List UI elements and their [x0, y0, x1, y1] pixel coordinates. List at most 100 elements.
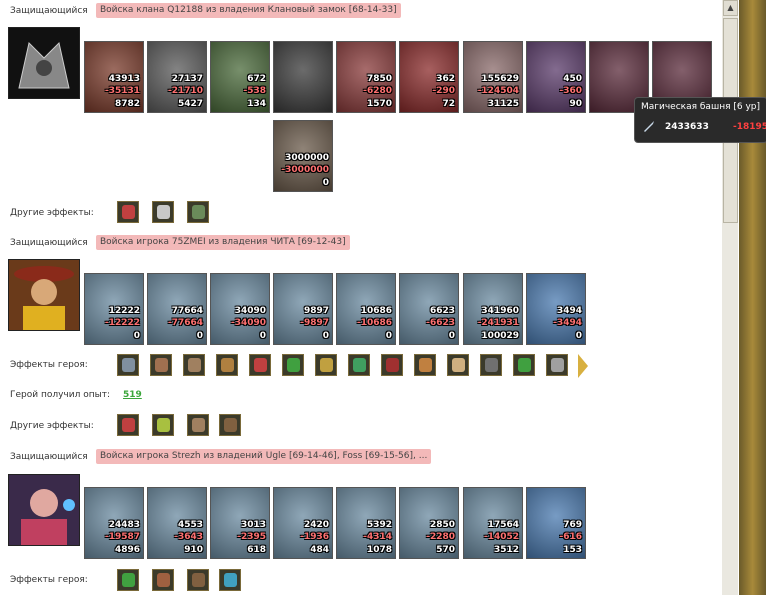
effect-icon[interactable]: [152, 569, 174, 591]
effect-icon[interactable]: [219, 414, 241, 436]
hero-effect-icon[interactable]: [183, 354, 205, 376]
unit-loss: -241931: [477, 318, 519, 328]
unit-count: 6623: [429, 306, 455, 316]
unit-card[interactable]: 7850 -6280 1570: [336, 41, 396, 113]
unit-count: 341960: [481, 306, 519, 316]
hero-effect-icon[interactable]: [513, 354, 535, 376]
unit-card[interactable]: 10686 -10686 0: [336, 273, 396, 345]
scroll-up-arrow-icon[interactable]: ▲: [723, 0, 738, 16]
effect-glyph: [254, 358, 267, 372]
unit-remaining: 4896: [114, 545, 140, 555]
hero-effect-icon[interactable]: [216, 354, 238, 376]
unit-remaining: 1078: [366, 545, 392, 555]
hero-portrait[interactable]: [8, 259, 80, 331]
effect-icon[interactable]: [117, 414, 139, 436]
section3-hero-effects-label: Эффекты героя:: [10, 575, 88, 585]
hero-exp-label: Герой получил опыт:: [10, 390, 110, 400]
section3-role-label: Защищающийся: [10, 452, 88, 462]
effect-icon[interactable]: [187, 414, 209, 436]
unit-remaining: 0: [448, 331, 455, 341]
effects-next-arrow-icon[interactable]: [578, 354, 588, 378]
unit-card[interactable]: 24483 -19587 4896: [84, 487, 144, 559]
unit-card[interactable]: 43913 -35131 8782: [84, 41, 144, 113]
unit-loss: -124504: [477, 86, 519, 96]
unit-card[interactable]: 6623 -6623 0: [399, 273, 459, 345]
effect-glyph: [287, 358, 300, 372]
hero-effect-icon[interactable]: [249, 354, 271, 376]
unit-loss: -616: [559, 532, 582, 542]
section3-army-banner: Войска игрока Strezh из владений Ugle [6…: [96, 449, 432, 464]
unit-card[interactable]: 27137 -21710 5427: [147, 41, 207, 113]
unit-card[interactable]: 4553 -3643 910: [147, 487, 207, 559]
unit-remaining: 72: [442, 99, 455, 109]
unit-loss: -35131: [104, 86, 140, 96]
unit-remaining: 5427: [177, 99, 203, 109]
unit-loss: -3494: [553, 318, 582, 328]
hero-effect-icon[interactable]: [480, 354, 502, 376]
effect-icon[interactable]: [219, 569, 241, 591]
unit-remaining: 31125: [487, 99, 519, 109]
unit-card[interactable]: 450 -360 90: [526, 41, 586, 113]
effect-glyph: [386, 358, 399, 372]
unit-count: 3013: [240, 520, 266, 530]
unit-remaining: 3512: [493, 545, 519, 555]
unit-loss: -10686: [356, 318, 392, 328]
hero-portrait[interactable]: [8, 474, 80, 546]
hero-effect-icon[interactable]: [447, 354, 469, 376]
hero-effect-icon[interactable]: [150, 354, 172, 376]
hero-effect-icon[interactable]: [117, 354, 139, 376]
unit-count: 43913: [108, 74, 140, 84]
unit-remaining: 0: [322, 331, 329, 341]
effect-icon[interactable]: [187, 201, 209, 223]
unit-count: 5392: [366, 520, 392, 530]
hero-effect-icon[interactable]: [546, 354, 568, 376]
effect-icon[interactable]: [187, 569, 209, 591]
hero-effect-icon[interactable]: [381, 354, 403, 376]
unit-card[interactable]: 9897 -9897 0: [273, 273, 333, 345]
unit-card[interactable]: 12222 -12222 0: [84, 273, 144, 345]
unit-card[interactable]: 3000000 -3000000 0: [273, 120, 333, 192]
unit-card[interactable]: 155629 -124504 31125: [463, 41, 523, 113]
unit-card[interactable]: 672 -538 134: [210, 41, 270, 113]
hero-effect-icon[interactable]: [348, 354, 370, 376]
unit-loss: -3000000: [281, 165, 329, 175]
clan-emblem: [8, 27, 80, 99]
unit-card[interactable]: [273, 41, 333, 113]
unit-loss: -19587: [104, 532, 140, 542]
hero-effect-icon[interactable]: [315, 354, 337, 376]
unit-count: 3494: [556, 306, 582, 316]
unit-remaining: 90: [569, 99, 582, 109]
unit-card[interactable]: 34090 -34090 0: [210, 273, 270, 345]
unit-loss: -538: [243, 86, 266, 96]
effect-glyph: [353, 358, 366, 372]
unit-remaining: 0: [196, 331, 203, 341]
effect-icon[interactable]: [152, 414, 174, 436]
unit-card[interactable]: 341960 -241931 100029: [463, 273, 523, 345]
effect-icon[interactable]: [117, 569, 139, 591]
unit-card[interactable]: 3013 -2395 618: [210, 487, 270, 559]
effect-icon[interactable]: [152, 201, 174, 223]
effect-glyph: [551, 358, 564, 372]
unit-remaining: 570: [436, 545, 455, 555]
unit-card[interactable]: 2850 -2280 570: [399, 487, 459, 559]
unit-count: 362: [436, 74, 455, 84]
hero-effect-icon[interactable]: [282, 354, 304, 376]
unit-count: 24483: [108, 520, 140, 530]
unit-card[interactable]: 5392 -4314 1078: [336, 487, 396, 559]
unit-card[interactable]: 362 -290 72: [399, 41, 459, 113]
unit-card[interactable]: 3494 -3494 0: [526, 273, 586, 345]
unit-card[interactable]: 769 -616 153: [526, 487, 586, 559]
hero-exp-value[interactable]: 519: [123, 390, 142, 400]
effect-icon[interactable]: [117, 201, 139, 223]
unit-card[interactable]: 2420 -1936 484: [273, 487, 333, 559]
unit-card[interactable]: 17564 -14052 3512: [463, 487, 523, 559]
unit-count: 34090: [234, 306, 266, 316]
unit-card[interactable]: 77664 -77664 0: [147, 273, 207, 345]
unit-count: 672: [247, 74, 266, 84]
section2-role-label: Защищающийся: [10, 238, 88, 248]
unit-remaining: 153: [563, 545, 582, 555]
unit-remaining: 134: [247, 99, 266, 109]
unit-remaining: 0: [385, 331, 392, 341]
unit-loss: -6623: [426, 318, 455, 328]
hero-effect-icon[interactable]: [414, 354, 436, 376]
